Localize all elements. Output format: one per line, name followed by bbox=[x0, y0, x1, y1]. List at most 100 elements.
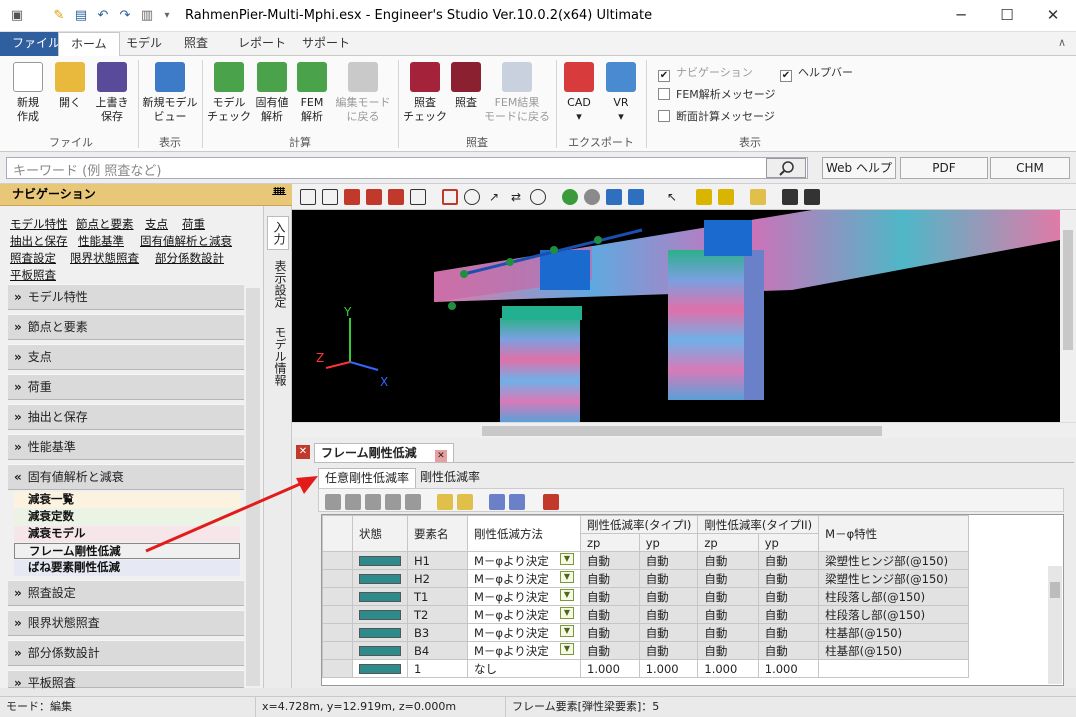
tab-report[interactable]: レポート bbox=[226, 32, 298, 56]
reduction-method-cell[interactable]: M－φより決定 ▼ bbox=[467, 587, 581, 606]
new-create-button[interactable]: 新規 作成 bbox=[8, 62, 48, 124]
reduction-method-cell[interactable]: M－φより決定 ▼ bbox=[467, 551, 581, 570]
yp1-cell[interactable]: 自動 bbox=[638, 623, 699, 642]
nav-item-damping-list[interactable]: 減衰一覧 bbox=[14, 492, 240, 508]
status-cell[interactable] bbox=[352, 569, 408, 588]
move-bottom-icon[interactable] bbox=[365, 494, 381, 510]
yp1-cell[interactable]: 自動 bbox=[638, 587, 699, 606]
nav-section-model-props[interactable]: » モデル特性 bbox=[8, 284, 244, 310]
zp2-cell[interactable]: 自動 bbox=[697, 587, 759, 606]
tab-support[interactable]: サポート bbox=[290, 32, 362, 56]
eigen-analysis-button[interactable]: 固有値 解析 bbox=[252, 62, 292, 124]
status-cell[interactable] bbox=[352, 587, 408, 606]
zp2-cell[interactable]: 1.000 bbox=[697, 659, 759, 678]
label-icon[interactable] bbox=[696, 189, 712, 205]
nav-section-supports[interactable]: » 支点 bbox=[8, 344, 244, 370]
nav-item-damping-constant[interactable]: 減衰定数 bbox=[14, 509, 240, 525]
nav-section-loads[interactable]: » 荷重 bbox=[8, 374, 244, 400]
yp1-cell[interactable]: 自動 bbox=[638, 569, 699, 588]
yp1-cell[interactable]: 自動 bbox=[638, 641, 699, 660]
row-header-cell[interactable] bbox=[322, 587, 353, 606]
nav-link-nodes-elements[interactable]: 節点と要素 bbox=[76, 216, 134, 232]
table-row[interactable]: T2 M－φより決定 ▼ 自動 自動 自動 自動 柱段落し部(@150) bbox=[322, 605, 970, 624]
zp1-cell[interactable]: 自動 bbox=[580, 605, 640, 624]
model-check-button[interactable]: モデル チェック bbox=[206, 62, 252, 124]
pan-icon[interactable]: ↗ bbox=[486, 189, 502, 205]
scroll-thumb[interactable] bbox=[1063, 230, 1073, 350]
tab-verify[interactable]: 照査 bbox=[172, 32, 220, 56]
element-name-cell[interactable]: T1 bbox=[407, 587, 468, 606]
camera-settings-icon[interactable] bbox=[804, 189, 820, 205]
export-grid-icon[interactable] bbox=[543, 494, 559, 510]
row-height-icon[interactable] bbox=[509, 494, 525, 510]
element-name-cell[interactable]: B3 bbox=[407, 623, 468, 642]
scroll-thumb[interactable] bbox=[482, 426, 882, 436]
reduction-method-cell[interactable]: M－φより決定 ▼ bbox=[467, 605, 581, 624]
cad-export-button[interactable]: CAD ▾ bbox=[562, 62, 596, 124]
verify-button[interactable]: 照査 bbox=[450, 62, 482, 110]
element-name-cell[interactable]: H2 bbox=[407, 569, 468, 588]
row-header-cell[interactable] bbox=[322, 569, 353, 588]
close-button[interactable]: ✕ bbox=[1030, 0, 1076, 32]
yp1-cell[interactable]: 1.000 bbox=[638, 659, 699, 678]
zp2-cell[interactable]: 自動 bbox=[697, 641, 759, 660]
new-model-view-button[interactable]: 新規モデル ビュー bbox=[142, 62, 198, 124]
nav-item-spring-stiffness-reduction[interactable]: ばね要素剛性低減 bbox=[14, 560, 240, 576]
zp1-cell[interactable]: 自動 bbox=[580, 551, 640, 570]
pdf-button[interactable]: PDF bbox=[900, 157, 988, 179]
yp2-cell[interactable]: 自動 bbox=[757, 623, 820, 642]
side-tab-input[interactable]: 入力 bbox=[267, 216, 289, 250]
zp2-cell[interactable]: 自動 bbox=[697, 569, 759, 588]
nav-link-model-props[interactable]: モデル特性 bbox=[10, 216, 68, 232]
dropdown-arrow-icon[interactable]: ▼ bbox=[560, 552, 574, 565]
nav-link-loads[interactable]: 荷重 bbox=[182, 216, 205, 232]
dropdown-arrow-icon[interactable]: ▼ bbox=[560, 570, 574, 583]
tab-arbitrary-reduction[interactable]: 任意剛性低減率 bbox=[318, 468, 417, 488]
m-phi-cell[interactable]: 柱基部(@150) bbox=[818, 641, 970, 660]
nav-section-extract-save[interactable]: » 抽出と保存 bbox=[8, 404, 244, 430]
table-row[interactable]: 1 なし 1.000 1.000 1.000 1.000 bbox=[322, 659, 970, 678]
reduction-method-cell[interactable]: M－φより決定 ▼ bbox=[467, 623, 581, 642]
collapse-ribbon-icon[interactable]: ∧ bbox=[1058, 36, 1066, 49]
zoom-window-icon[interactable] bbox=[442, 189, 458, 205]
fem-result-mode-button[interactable]: FEM結果 モードに戻る bbox=[484, 62, 550, 124]
select-all-icon[interactable] bbox=[300, 189, 316, 205]
m-phi-cell[interactable]: 梁塑性ヒンジ部(@150) bbox=[818, 551, 970, 570]
chm-button[interactable]: CHM bbox=[990, 157, 1070, 179]
nav-link-performance[interactable]: 性能基準 bbox=[78, 233, 124, 249]
nav-section-partial-factor[interactable]: » 部分係数設計 bbox=[8, 640, 244, 666]
zoom-out-icon[interactable] bbox=[464, 189, 480, 205]
move-down-icon[interactable] bbox=[345, 494, 361, 510]
vr-export-button[interactable]: VR ▾ bbox=[604, 62, 638, 124]
row-header-cell[interactable] bbox=[322, 659, 353, 678]
customize-qat-icon[interactable]: ▾ bbox=[158, 7, 176, 25]
m-phi-cell[interactable]: 柱段落し部(@150) bbox=[818, 605, 970, 624]
nav-section-eigen-damping[interactable]: « 固有値解析と減衰 bbox=[8, 464, 244, 490]
status-cell[interactable] bbox=[352, 551, 408, 570]
yp1-cell[interactable]: 自動 bbox=[638, 551, 699, 570]
nav-link-partial-factor[interactable]: 部分係数設計 bbox=[155, 250, 224, 266]
side-tab-model-info[interactable]: モデル情報 bbox=[267, 326, 289, 386]
yp1-cell[interactable]: 自動 bbox=[638, 605, 699, 624]
nav-item-damping-model[interactable]: 減衰モデル bbox=[14, 526, 240, 542]
status-cell[interactable] bbox=[352, 641, 408, 660]
table-row[interactable]: H2 M－φより決定 ▼ 自動 自動 自動 自動 梁塑性ヒンジ部(@150) bbox=[322, 569, 970, 588]
overwrite-save-button[interactable]: 上書き 保存 bbox=[92, 62, 132, 124]
zp2-cell[interactable]: 自動 bbox=[697, 605, 759, 624]
nav-link-extract-save[interactable]: 抽出と保存 bbox=[10, 233, 68, 249]
zp2-cell[interactable]: 自動 bbox=[697, 551, 759, 570]
nav-section-nodes-elements[interactable]: » 節点と要素 bbox=[8, 314, 244, 340]
reduction-method-cell[interactable]: M－φより決定 ▼ bbox=[467, 569, 581, 588]
status-cell[interactable] bbox=[352, 659, 408, 678]
cube-top-icon[interactable] bbox=[388, 189, 404, 205]
element-name-cell[interactable]: B4 bbox=[407, 641, 468, 660]
fem-message-checkbox[interactable]: FEM解析メッセージ bbox=[658, 86, 776, 102]
cube-front-icon[interactable] bbox=[344, 189, 360, 205]
nav-section-performance[interactable]: » 性能基準 bbox=[8, 434, 244, 460]
keyword-search-input[interactable]: キーワード (例 照査など) bbox=[6, 157, 808, 179]
camera-icon[interactable] bbox=[782, 189, 798, 205]
save-icon[interactable]: ▤ bbox=[72, 7, 90, 25]
zp2-cell[interactable]: 自動 bbox=[697, 623, 759, 642]
zp1-cell[interactable]: 自動 bbox=[580, 569, 640, 588]
m-phi-cell[interactable]: 柱基部(@150) bbox=[818, 623, 970, 642]
